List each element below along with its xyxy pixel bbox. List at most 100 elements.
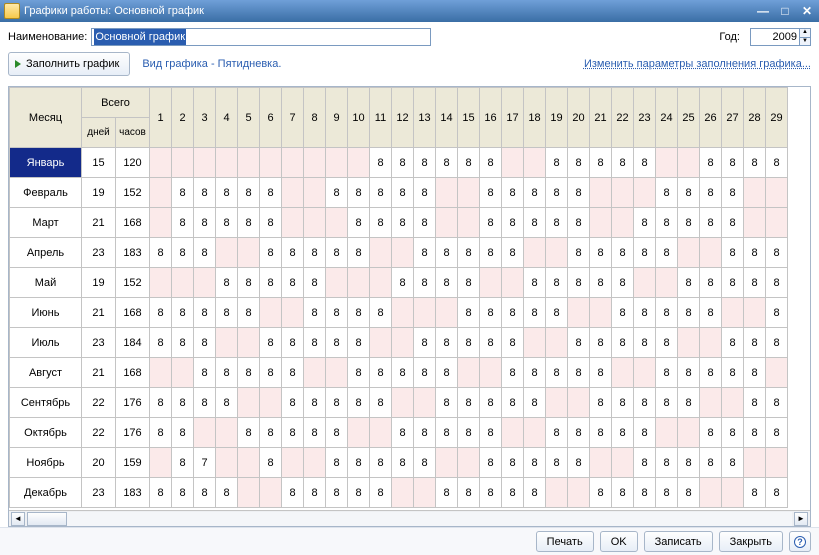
day-cell[interactable] bbox=[546, 478, 568, 508]
day-cell[interactable]: 8 bbox=[678, 178, 700, 208]
day-cell[interactable] bbox=[348, 418, 370, 448]
day-cell[interactable]: 8 bbox=[238, 358, 260, 388]
day-cell[interactable]: 8 bbox=[370, 388, 392, 418]
day-cell[interactable]: 8 bbox=[700, 178, 722, 208]
day-cell[interactable]: 8 bbox=[700, 448, 722, 478]
day-cell[interactable]: 8 bbox=[260, 208, 282, 238]
days-total-cell[interactable]: 22 bbox=[82, 418, 116, 448]
day-cell[interactable] bbox=[722, 388, 744, 418]
day-cell[interactable]: 8 bbox=[656, 208, 678, 238]
day-cell[interactable] bbox=[568, 298, 590, 328]
day-cell[interactable]: 8 bbox=[766, 388, 788, 418]
day-cell[interactable] bbox=[150, 358, 172, 388]
day-cell[interactable]: 8 bbox=[326, 418, 348, 448]
day-cell[interactable] bbox=[216, 328, 238, 358]
day-cell[interactable]: 8 bbox=[370, 148, 392, 178]
day-cell[interactable] bbox=[392, 328, 414, 358]
day-cell[interactable]: 8 bbox=[612, 268, 634, 298]
day-cell[interactable] bbox=[612, 448, 634, 478]
day-cell[interactable]: 8 bbox=[216, 358, 238, 388]
day-cell[interactable]: 8 bbox=[590, 478, 612, 508]
day-cell[interactable] bbox=[216, 418, 238, 448]
day-cell[interactable]: 8 bbox=[348, 358, 370, 388]
day-cell[interactable] bbox=[282, 148, 304, 178]
day-cell[interactable]: 8 bbox=[260, 178, 282, 208]
day-cell[interactable]: 8 bbox=[612, 238, 634, 268]
day-cell[interactable] bbox=[150, 448, 172, 478]
month-cell[interactable]: Апрель bbox=[10, 238, 82, 268]
day-cell[interactable]: 8 bbox=[326, 298, 348, 328]
day-cell[interactable] bbox=[766, 358, 788, 388]
day-cell[interactable]: 8 bbox=[656, 328, 678, 358]
day-cell[interactable]: 8 bbox=[590, 358, 612, 388]
day-cell[interactable] bbox=[744, 448, 766, 478]
day-cell[interactable]: 8 bbox=[304, 238, 326, 268]
day-cell[interactable] bbox=[502, 418, 524, 448]
day-cell[interactable]: 8 bbox=[370, 208, 392, 238]
day-cell[interactable]: 8 bbox=[524, 358, 546, 388]
day-cell[interactable]: 8 bbox=[414, 328, 436, 358]
day-cell[interactable]: 8 bbox=[436, 478, 458, 508]
day-cell[interactable] bbox=[194, 418, 216, 448]
scroll-track[interactable] bbox=[27, 512, 792, 526]
day-cell[interactable]: 8 bbox=[766, 148, 788, 178]
day-cell[interactable]: 7 bbox=[194, 448, 216, 478]
hours-total-cell[interactable]: 184 bbox=[116, 328, 150, 358]
day-cell[interactable]: 8 bbox=[678, 478, 700, 508]
day-cell[interactable]: 8 bbox=[766, 328, 788, 358]
day-cell[interactable]: 8 bbox=[590, 238, 612, 268]
day-cell[interactable] bbox=[282, 298, 304, 328]
day-cell[interactable]: 8 bbox=[458, 238, 480, 268]
day-cell[interactable]: 8 bbox=[590, 148, 612, 178]
day-cell[interactable] bbox=[700, 388, 722, 418]
day-cell[interactable]: 8 bbox=[392, 208, 414, 238]
day-cell[interactable]: 8 bbox=[546, 448, 568, 478]
month-cell[interactable]: Ноябрь bbox=[10, 448, 82, 478]
day-cell[interactable]: 8 bbox=[304, 328, 326, 358]
day-cell[interactable]: 8 bbox=[480, 148, 502, 178]
day-cell[interactable] bbox=[260, 148, 282, 178]
maximize-button[interactable]: □ bbox=[777, 4, 793, 18]
day-cell[interactable]: 8 bbox=[282, 478, 304, 508]
day-cell[interactable]: 8 bbox=[568, 268, 590, 298]
day-cell[interactable]: 8 bbox=[150, 388, 172, 418]
day-cell[interactable]: 8 bbox=[326, 388, 348, 418]
day-cell[interactable]: 8 bbox=[172, 298, 194, 328]
day-cell[interactable] bbox=[612, 358, 634, 388]
day-cell[interactable]: 8 bbox=[194, 238, 216, 268]
days-total-cell[interactable]: 19 bbox=[82, 268, 116, 298]
day-cell[interactable] bbox=[612, 208, 634, 238]
hours-total-cell[interactable]: 183 bbox=[116, 238, 150, 268]
day-cell[interactable]: 8 bbox=[524, 178, 546, 208]
day-cell[interactable] bbox=[656, 148, 678, 178]
day-cell[interactable]: 8 bbox=[348, 328, 370, 358]
day-cell[interactable] bbox=[722, 298, 744, 328]
hours-total-cell[interactable]: 152 bbox=[116, 178, 150, 208]
day-cell[interactable] bbox=[524, 328, 546, 358]
day-cell[interactable] bbox=[634, 178, 656, 208]
day-cell[interactable] bbox=[392, 388, 414, 418]
day-cell[interactable] bbox=[568, 478, 590, 508]
hours-total-cell[interactable]: 168 bbox=[116, 298, 150, 328]
days-total-cell[interactable]: 21 bbox=[82, 298, 116, 328]
day-cell[interactable]: 8 bbox=[458, 148, 480, 178]
day-cell[interactable]: 8 bbox=[216, 268, 238, 298]
day-cell[interactable] bbox=[172, 148, 194, 178]
day-cell[interactable] bbox=[216, 148, 238, 178]
year-spin-down[interactable]: ▼ bbox=[800, 38, 810, 46]
day-cell[interactable]: 8 bbox=[524, 268, 546, 298]
day-cell[interactable]: 8 bbox=[414, 448, 436, 478]
ok-button[interactable]: OK bbox=[600, 531, 638, 552]
day-cell[interactable]: 8 bbox=[282, 268, 304, 298]
day-cell[interactable]: 8 bbox=[282, 328, 304, 358]
day-cell[interactable]: 8 bbox=[304, 298, 326, 328]
day-cell[interactable]: 8 bbox=[590, 268, 612, 298]
day-cell[interactable]: 8 bbox=[744, 238, 766, 268]
day-cell[interactable]: 8 bbox=[216, 388, 238, 418]
month-cell[interactable]: Июнь bbox=[10, 298, 82, 328]
day-cell[interactable]: 8 bbox=[326, 178, 348, 208]
day-cell[interactable]: 8 bbox=[590, 418, 612, 448]
day-cell[interactable] bbox=[700, 238, 722, 268]
day-cell[interactable]: 8 bbox=[260, 448, 282, 478]
day-cell[interactable]: 8 bbox=[502, 388, 524, 418]
